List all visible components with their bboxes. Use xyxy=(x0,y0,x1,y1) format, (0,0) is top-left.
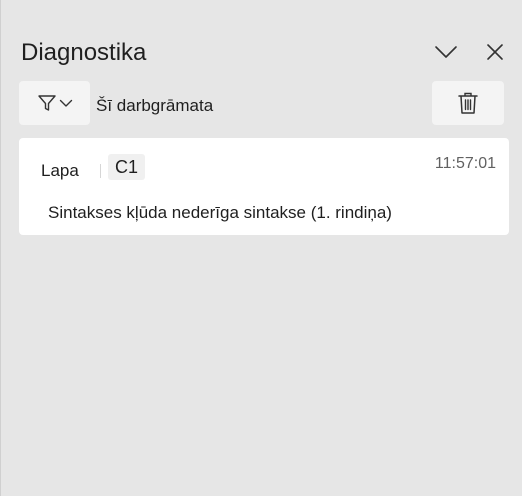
diagnostic-card[interactable]: Lapa C1 11:57:01 Sintakses kļūda nederīg… xyxy=(19,138,509,235)
timestamp: 11:57:01 xyxy=(434,155,496,172)
diagnostics-pane: Diagnostika Šī darbgrāmata Lapa C1 11:57… xyxy=(0,0,522,496)
chevron-down-icon xyxy=(435,46,457,58)
clear-diagnostics-button[interactable] xyxy=(432,81,504,125)
trash-icon xyxy=(458,92,478,114)
scope-label: Šī darbgrāmata xyxy=(96,96,214,115)
filter-dropdown-chevron-icon xyxy=(59,99,72,107)
filter-icon xyxy=(37,95,56,111)
filter-button[interactable] xyxy=(19,81,90,125)
divider xyxy=(100,164,101,178)
error-message: Sintakses kļūda nederīga sintakse (1. ri… xyxy=(48,203,392,222)
close-pane-button[interactable] xyxy=(481,38,509,66)
cell-reference-link[interactable]: C1 xyxy=(108,154,146,180)
close-icon xyxy=(487,44,503,60)
pane-title: Diagnostika xyxy=(21,39,147,66)
sheet-name: Lapa xyxy=(41,161,79,180)
collapse-pane-button[interactable] xyxy=(431,38,461,66)
